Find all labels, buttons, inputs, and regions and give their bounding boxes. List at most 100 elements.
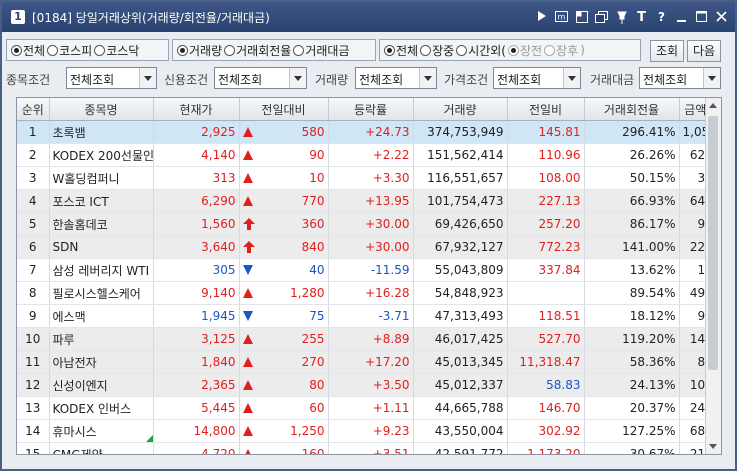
market-radio-kosdaq[interactable]: 코스닥 <box>94 42 139 59</box>
query-button[interactable]: 조회 <box>650 40 684 62</box>
up-triangle-icon <box>242 127 253 137</box>
cell-volume: 46,017,425 <box>413 327 508 351</box>
cell-turnover: 26.26% <box>584 143 680 167</box>
cell-rank: 2 <box>17 143 50 167</box>
cell-rate: +16.28 <box>328 281 414 305</box>
cell-rate: +2.22 <box>328 143 414 167</box>
cell-rate: +13.95 <box>328 189 414 213</box>
scroll-down-icon[interactable] <box>706 439 721 454</box>
copy-icon[interactable] <box>594 10 609 25</box>
title-bar[interactable]: 1 [0184] 당일거래상위(거래량/회전율/거래대금) m T ? <box>2 2 735 32</box>
layout-icon[interactable] <box>574 10 589 25</box>
col-header-volume[interactable]: 거래량 <box>413 98 508 121</box>
cell-price: 4,720 <box>153 442 240 454</box>
table-row[interactable]: 6 SDN 3,640 840 +30.00 67,932,127 772.23 141.00… <box>17 235 721 259</box>
session-radio-postclose[interactable]: 장후 <box>544 42 578 59</box>
col-header-prev-ratio[interactable]: 전일비 <box>507 98 585 121</box>
col-header-rank[interactable]: 순위 <box>17 98 50 121</box>
table-row[interactable]: 12 신성이엔지 2,365 80 +3.50 45,012,337 58.83 24.13%… <box>17 373 721 397</box>
cell-name: 초록뱀 <box>49 120 154 144</box>
session-radio-afterhours[interactable]: 시간외( <box>456 42 506 59</box>
filter-select-volume[interactable]: 전체조회 <box>355 67 437 89</box>
market-radio-kospi[interactable]: 코스피 <box>47 42 92 59</box>
market-radio-all[interactable]: 전체 <box>11 42 45 59</box>
table-row[interactable]: 14 휴마시스 14,800 1,250 +9.23 43,550,004 302.92 12… <box>17 419 721 443</box>
cell-name: KODEX 200선물인버 <box>49 143 154 167</box>
cell-rate: +3.51 <box>328 442 414 454</box>
up-triangle-icon <box>242 150 253 160</box>
table-row[interactable]: 15 CMG제약 4,720 160 +3.51 42,591,772 1,173.20 30… <box>17 442 721 454</box>
session-radio-all[interactable]: 전체 <box>384 42 418 59</box>
cell-turnover: 141.00% <box>584 235 680 259</box>
col-header-turnover[interactable]: 거래회전율 <box>584 98 680 121</box>
cell-price: 3,640 <box>153 235 240 259</box>
sort-radio-volume[interactable]: 거래량 <box>177 42 222 59</box>
window-title: [0184] 당일거래상위(거래량/회전율/거래대금) <box>32 11 270 25</box>
table-row[interactable]: 5 한솔홈데코 1,560 360 +30.00 69,426,650 257.20 86.1… <box>17 212 721 236</box>
cell-rank: 6 <box>17 235 50 259</box>
cell-rate: +8.89 <box>328 327 414 351</box>
cell-name: 한솔홈데코 <box>49 212 154 236</box>
sort-radio-amount[interactable]: 거래대금 <box>293 42 350 59</box>
cell-prev-ratio: 11,318.47 <box>507 350 585 374</box>
up-triangle-icon <box>242 426 253 436</box>
cell-name: 휴마시스 <box>49 419 154 443</box>
cell-name: 에스맥 <box>49 304 154 328</box>
up-triangle-icon <box>242 403 253 413</box>
up-triangle-icon <box>242 288 253 298</box>
table-row[interactable]: 4 포스코 ICT 6,290 770 +13.95 101,754,473 227.13 6… <box>17 189 721 213</box>
up-triangle-icon <box>242 357 253 367</box>
table-row[interactable]: 1 초록뱀 2,925 580 +24.73 374,753,949 145.81 296.4… <box>17 120 721 144</box>
cell-change: 1,250 <box>239 419 329 443</box>
filter-select-amount[interactable]: 전체조회 <box>639 67 721 89</box>
col-header-name[interactable]: 종목명 <box>49 98 154 121</box>
play-icon[interactable] <box>534 10 549 25</box>
table-body: 1 초록뱀 2,925 580 +24.73 374,753,949 145.81 296.4… <box>17 120 721 454</box>
table-header: 순위 종목명 현재가 전일대비 등락률 거래량 전일비 거래회전율 금액(백만) <box>17 98 721 121</box>
filter-label-price: 가격조건 <box>444 73 489 87</box>
filter-select-price[interactable]: 전체조회 <box>493 67 581 89</box>
cell-prev-ratio <box>507 281 585 305</box>
cell-price: 3,125 <box>153 327 240 351</box>
vertical-scrollbar[interactable] <box>705 98 721 454</box>
scroll-thumb[interactable] <box>708 116 718 370</box>
col-header-change[interactable]: 전일대비 <box>239 98 329 121</box>
cell-price: 14,800 <box>153 419 240 443</box>
col-header-price[interactable]: 현재가 <box>153 98 240 121</box>
pin-icon[interactable] <box>614 10 629 25</box>
cell-change: 10 <box>239 166 329 190</box>
table-row[interactable]: 8 필로시스헬스케어 9,140 1,280 +16.28 54,848,923 89.54… <box>17 281 721 305</box>
table-row[interactable]: 9에스맥1,94575-3.7147,313,493118.5118.12%95… <box>17 304 721 328</box>
next-button[interactable]: 다음 <box>687 40 721 62</box>
filter-select-credit[interactable]: 전체조회 <box>214 67 307 89</box>
minimize-icon[interactable] <box>674 10 689 25</box>
col-header-rate[interactable]: 등락률 <box>328 98 414 121</box>
m-icon[interactable]: m <box>554 10 569 25</box>
ranking-grid[interactable]: 순위 종목명 현재가 전일대비 등락률 거래량 전일비 거래회전율 금액(백만)… <box>16 97 722 455</box>
maximize-icon[interactable] <box>694 10 709 25</box>
cell-volume: 54,848,923 <box>413 281 508 305</box>
session-radio-regular[interactable]: 장중 <box>420 42 454 59</box>
market-radio-group: 전체 코스피 코스닥 <box>6 39 169 61</box>
table-row[interactable]: 11 아남전자 1,840 270 +17.20 45,013,345 11,318.47 5… <box>17 350 721 374</box>
session-radio-group: 전체 장중 시간외( 장전 장후 ) <box>379 39 641 61</box>
scroll-up-icon[interactable] <box>706 98 721 113</box>
cell-prev-ratio: 145.81 <box>507 120 585 144</box>
sort-radio-turnover[interactable]: 거래회전율 <box>224 42 291 59</box>
table-row[interactable]: 10 파루 3,125 255 +8.89 46,017,425 527.70 119.20%… <box>17 327 721 351</box>
cell-volume: 374,753,949 <box>413 120 508 144</box>
close-icon[interactable] <box>714 10 729 25</box>
filter-label-stock: 종목조건 <box>6 73 51 87</box>
help-icon[interactable]: ? <box>654 10 669 25</box>
cell-rate: +3.50 <box>328 373 414 397</box>
session-radio-preopen[interactable]: 장전 <box>508 42 542 59</box>
table-row[interactable]: 7 삼성 레버리지 WTI 305 40 -11.59 55,043,809 337.84 1… <box>17 258 721 282</box>
font-icon[interactable]: T <box>634 10 649 25</box>
cell-turnover: 50.15% <box>584 166 680 190</box>
cell-rank: 3 <box>17 166 50 190</box>
table-row[interactable]: 3 W홀딩컴퍼니 313 10 +3.30 116,551,657 108.00 50.15%… <box>17 166 721 190</box>
table-row[interactable]: 2KODEX 200선물인버4,14090+2.22151,562,414110… <box>17 143 721 167</box>
table-row[interactable]: 13 KODEX 인버스 5,445 60 +1.11 44,665,788 146.70 2… <box>17 396 721 420</box>
filter-select-stock[interactable]: 전체조회 <box>66 67 157 89</box>
cell-price: 2,925 <box>153 120 240 144</box>
